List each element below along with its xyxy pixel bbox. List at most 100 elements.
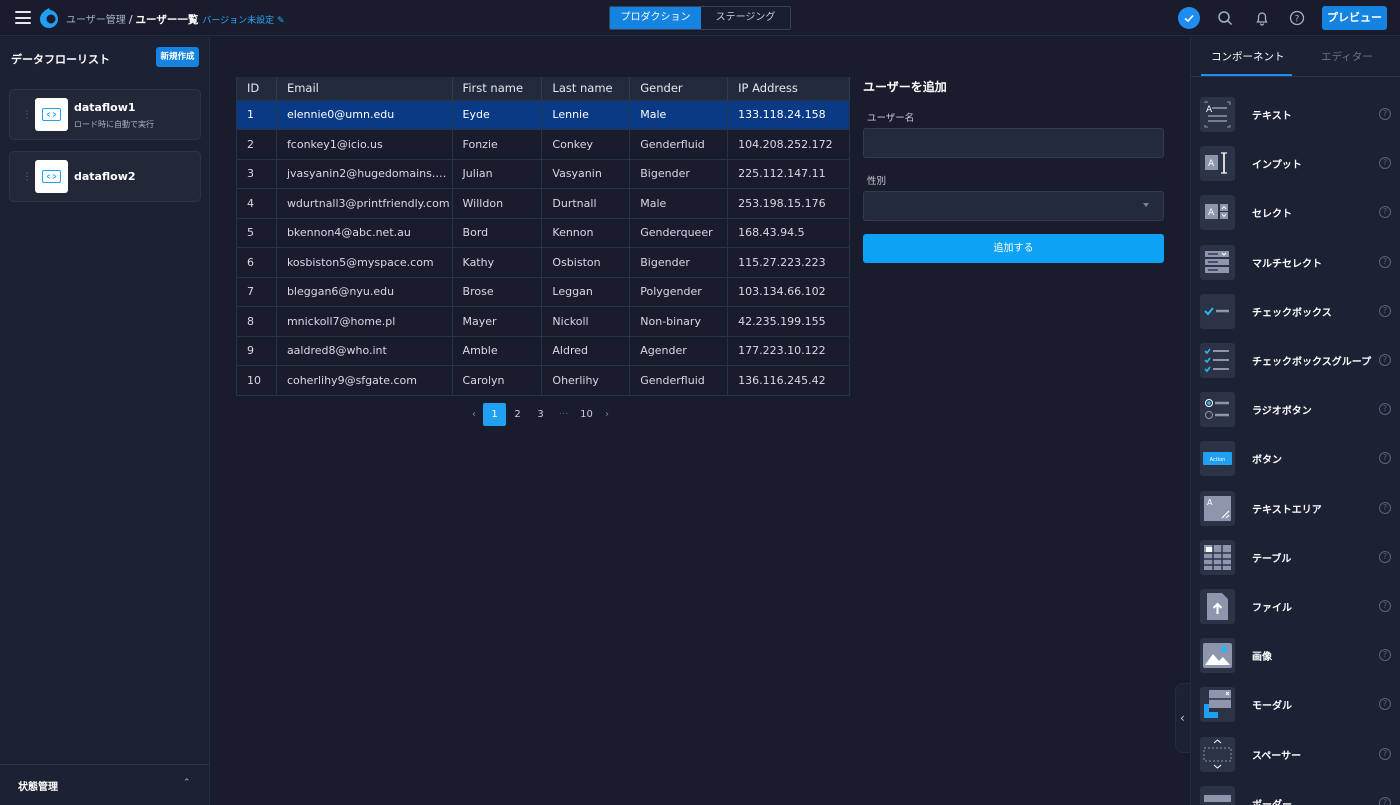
version-link[interactable]: バージョン未設定 ✎ (202, 16, 284, 26)
checkbox-group-icon (1200, 343, 1235, 378)
help-icon[interactable]: ? (1379, 796, 1391, 805)
component-item[interactable]: チェックボックスグループ? (1199, 341, 1399, 379)
breadcrumb-separator: / (128, 13, 133, 26)
component-item[interactable]: ラジオボタン? (1199, 390, 1399, 428)
table-row[interactable]: 5 bkennon4@abc.net.au Bord Kennon Genderquee… (236, 217, 850, 248)
component-item[interactable]: A セレクト? (1199, 193, 1399, 231)
table-cell: Male (629, 188, 729, 218)
collapse-panel-button[interactable]: ‹ (1175, 683, 1191, 753)
component-item[interactable]: モーダル? (1199, 685, 1399, 723)
prev-page-button[interactable]: ‹ (465, 403, 483, 426)
gender-select[interactable] (863, 191, 1164, 221)
help-icon[interactable]: ? (1379, 600, 1391, 612)
component-item[interactable]: ファイル? (1199, 587, 1399, 625)
table-cell: Vasyanin (541, 158, 631, 189)
table-cell: Carolyn (452, 365, 543, 396)
column-header-email[interactable]: Email (276, 77, 453, 100)
table-row[interactable]: 9 aaldred8@who.int Amble Aldred Agender 177.2… (236, 335, 850, 366)
table-cell: 7 (236, 276, 277, 307)
dataflow-description: ロード時に自動で実行 (74, 120, 154, 129)
component-item[interactable]: テーブル? (1199, 538, 1399, 576)
border-icon (1200, 785, 1235, 805)
username-input[interactable] (863, 128, 1164, 158)
help-icon[interactable]: ? (1379, 108, 1391, 120)
help-icon[interactable]: ? (1379, 649, 1391, 662)
help-icon[interactable]: ? (1379, 698, 1391, 711)
table-cell: Polygender (629, 276, 729, 307)
next-page-button[interactable]: › (598, 403, 616, 426)
table-row[interactable]: 10 coherlihy9@sfgate.com Carolyn Oherlihy Ge… (236, 365, 850, 396)
component-item[interactable]: Action ボタン? (1199, 439, 1399, 477)
column-header-last-name[interactable]: Last name (541, 77, 631, 100)
env-staging-button[interactable]: ステージング (701, 7, 790, 29)
component-item[interactable]: A テキスト? (1199, 95, 1399, 133)
component-item[interactable]: A インプット? (1199, 144, 1399, 182)
tab-components[interactable]: コンポーネント (1211, 49, 1285, 64)
help-icon[interactable]: ? (1379, 304, 1391, 317)
page-title: ユーザー一覧 (135, 14, 199, 26)
username-label: ユーザー名 (867, 113, 915, 124)
add-user-button[interactable]: 追加する (863, 234, 1164, 263)
table-row[interactable]: 7 bleggan6@nyu.edu Brose Leggan Polygender 10… (236, 276, 850, 307)
component-item[interactable]: チェックボックス? (1199, 292, 1399, 330)
table-row[interactable]: 2 fconkey1@icio.us Fonzie Conkey Genderfluid… (236, 129, 850, 159)
table-row[interactable]: 1 elennie0@umn.edu Eyde Lennie Male 133.118.2… (236, 99, 850, 130)
new-dataflow-button[interactable]: 新規作成 (156, 47, 199, 67)
page-button[interactable]: 10 (575, 403, 598, 426)
svg-text:A: A (1208, 208, 1215, 218)
dataflow-name: dataflow1 (74, 101, 136, 114)
help-icon[interactable]: ? (1379, 550, 1391, 563)
table-cell: 168.43.94.5 (727, 217, 850, 248)
help-icon[interactable]: ? (1379, 354, 1391, 366)
search-icon[interactable] (1217, 10, 1233, 26)
table-cell: coherlihy9@sfgate.com (276, 365, 453, 396)
help-icon[interactable]: ? (1289, 10, 1305, 26)
state-management-toggle[interactable]: 状態管理 ⌃ (0, 764, 209, 805)
column-header-gender[interactable]: Gender (629, 77, 729, 100)
component-item[interactable]: A テキストエリア? (1199, 489, 1399, 527)
component-item[interactable]: スペーサー? (1199, 735, 1399, 773)
help-icon[interactable]: ? (1379, 403, 1391, 416)
component-item[interactable]: 画像? (1199, 636, 1399, 674)
help-icon[interactable]: ? (1379, 747, 1391, 760)
table-cell: Aldred (541, 335, 631, 366)
version-label: バージョン未設定 (202, 16, 275, 26)
env-production-button[interactable]: プロダクション (610, 7, 701, 29)
users-table: ID Email First name Last name Gender IP … (236, 77, 850, 396)
tab-editor[interactable]: エディター (1321, 49, 1373, 64)
help-icon[interactable]: ? (1379, 452, 1391, 465)
help-icon[interactable]: ? (1379, 157, 1391, 170)
component-item[interactable]: マルチセレクト? (1199, 243, 1399, 281)
breadcrumb: ユーザー管理 / ユーザー一覧 バージョン未設定 ✎ (66, 11, 285, 27)
column-header-first-name[interactable]: First name (452, 77, 543, 100)
textarea-icon: A (1200, 490, 1235, 526)
component-label: インプット (1252, 160, 1302, 172)
page-button[interactable]: 2 (506, 403, 529, 426)
table-cell: kosbiston5@myspace.com (276, 247, 453, 277)
help-icon[interactable]: ? (1379, 255, 1391, 268)
table-row[interactable]: 3 jvasyanin2@hugedomains.com Julian Vasyani… (236, 158, 850, 189)
table-row[interactable]: 4 wdurtnall3@printfriendly.com Willdon Durt… (236, 188, 850, 218)
component-label: 画像 (1252, 652, 1272, 664)
component-label: チェックボックス (1252, 307, 1332, 319)
table-row[interactable]: 6 kosbiston5@myspace.com Kathy Osbiston Bige… (236, 247, 850, 277)
dataflow-item[interactable]: ⋮⋮ dataflow1 ロード時に自動で実行 (9, 89, 201, 140)
table-cell: Agender (629, 335, 729, 366)
table-cell: 133.118.24.158 (727, 99, 850, 130)
breadcrumb-parent[interactable]: ユーザー管理 (66, 15, 126, 26)
column-header-ip-address[interactable]: IP Address (727, 77, 850, 100)
help-icon[interactable]: ? (1379, 501, 1391, 514)
pagination-ellipsis[interactable]: ··· (552, 403, 575, 426)
dataflow-item[interactable]: ⋮⋮ dataflow2 (9, 151, 201, 202)
table-row[interactable]: 8 mnickoll7@home.pl Mayer Nickoll Non-binary… (236, 306, 850, 336)
status-check-icon[interactable] (1178, 7, 1200, 29)
page-button[interactable]: 1 (483, 403, 506, 426)
preview-button[interactable]: プレビュー (1322, 6, 1387, 30)
bell-icon[interactable] (1254, 10, 1270, 26)
help-icon[interactable]: ? (1379, 206, 1391, 219)
page-button[interactable]: 3 (529, 403, 552, 426)
component-item[interactable]: ボーダー? (1199, 784, 1399, 805)
table-cell: Fonzie (452, 129, 543, 159)
column-header-id[interactable]: ID (236, 77, 277, 100)
menu-icon[interactable] (15, 11, 31, 24)
